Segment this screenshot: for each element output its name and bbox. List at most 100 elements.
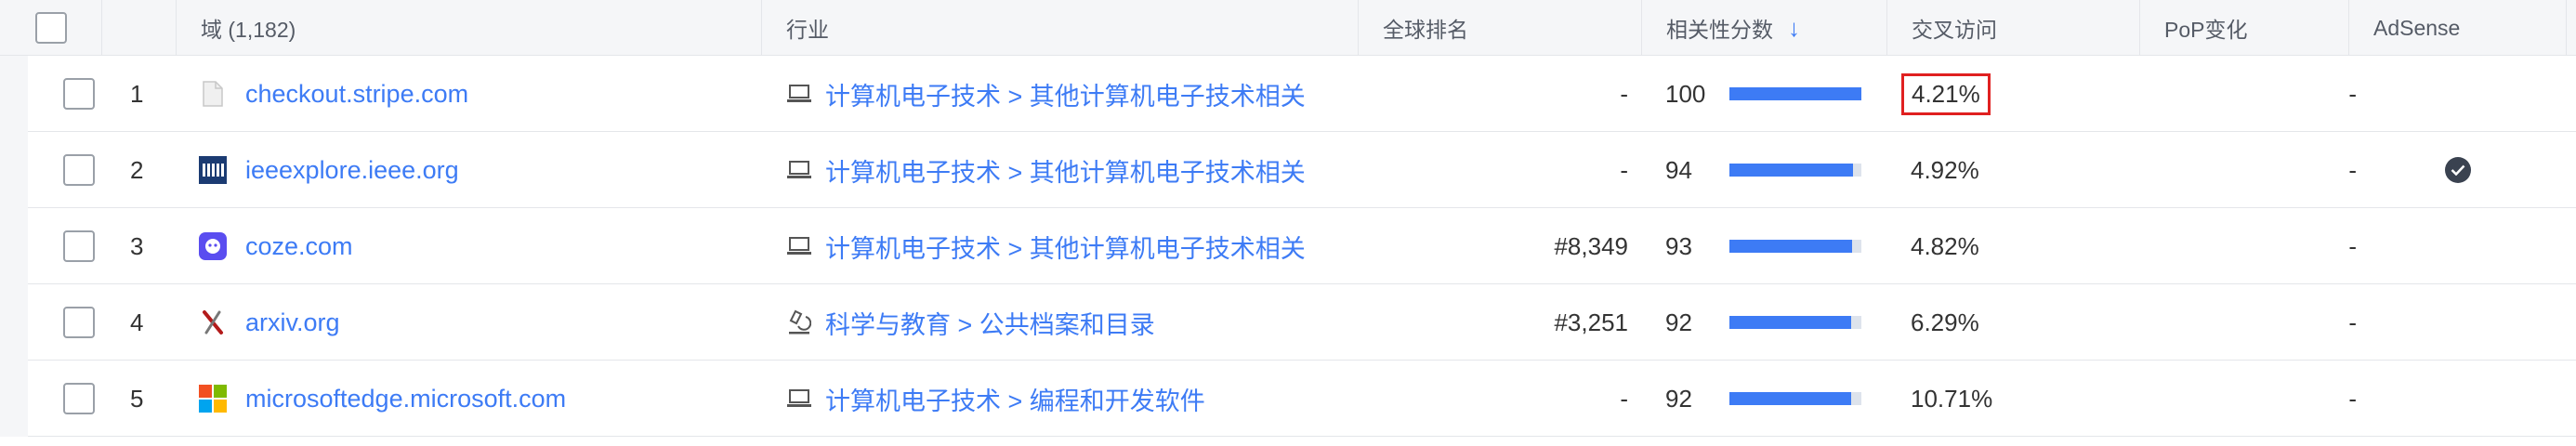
rank-number: 5	[130, 384, 144, 413]
adsense-cell	[2349, 284, 2567, 361]
rank-number: 1	[130, 79, 144, 108]
industry-link[interactable]: 计算机电子技术 > 其他计算机电子技术相关	[825, 152, 1306, 189]
microsoft-logo-icon	[199, 385, 227, 413]
pop-value: -	[2348, 384, 2357, 413]
domain-cell: coze.com	[199, 208, 756, 284]
relevance-value: 94	[1665, 155, 1692, 184]
table-row[interactable]: 5 microsoftedge.microsoft.com 计算机电子技术 > …	[0, 361, 2576, 437]
domain-link[interactable]: arxiv.org	[245, 308, 340, 337]
cross-visit-value: 4.82%	[1911, 231, 1979, 260]
domain-link[interactable]: coze.com	[245, 232, 353, 261]
header-relevance-label: 相关性分数	[1666, 18, 1773, 42]
industry-cell: 计算机电子技术 > 其他计算机电子技术相关	[786, 208, 1381, 284]
cross-visit-value: 4.21%	[1901, 72, 1991, 115]
header-adsense-label: AdSense	[2373, 15, 2461, 40]
domain-link[interactable]: ieeexplore.ieee.org	[245, 156, 459, 185]
row-select-cell	[56, 132, 102, 208]
relevance-bar	[1728, 164, 1861, 177]
rank-number: 2	[130, 155, 144, 184]
row-select-cell	[56, 361, 102, 437]
cross-visit-cell: 10.71%	[1911, 361, 2152, 437]
table-header: 域 (1,182) 行业 全球排名 相关性分数 ↓ 交叉访问 PoP变化 AdS…	[0, 0, 2576, 56]
select-all-checkbox[interactable]	[34, 12, 67, 44]
cross-visit-cell: 4.92%	[1911, 132, 2152, 208]
header-industry[interactable]: 行业	[762, 0, 1359, 56]
laptop-icon	[786, 157, 812, 183]
row-select-cell	[56, 56, 102, 132]
cross-visit-value: 10.71%	[1911, 384, 1993, 413]
table-row[interactable]: 3 coze.com 计算机电子技术 > 其他计算机电子技术相关 #8,349 …	[0, 208, 2576, 284]
relevance-bar-fill	[1728, 316, 1851, 329]
industry-link[interactable]: 计算机电子技术 > 其他计算机电子技术相关	[825, 229, 1306, 265]
adsense-cell	[2349, 361, 2567, 437]
industry-cell: 科学与教育 > 公共档案和目录	[786, 284, 1381, 361]
domain-cell: microsoftedge.microsoft.com	[199, 361, 756, 437]
row-checkbox[interactable]	[63, 383, 95, 414]
industry-link[interactable]: 计算机电子技术 > 其他计算机电子技术相关	[825, 76, 1306, 112]
industry-cell: 计算机电子技术 > 其他计算机电子技术相关	[786, 132, 1381, 208]
domain-link[interactable]: checkout.stripe.com	[245, 80, 468, 109]
relevance-cell: 92	[1665, 284, 1907, 361]
row-checkbox[interactable]	[63, 154, 95, 186]
cross-visit-cell: 4.21%	[1901, 56, 2152, 132]
header-pop[interactable]: PoP变化	[2140, 0, 2349, 56]
relevance-value: 100	[1665, 79, 1706, 108]
relevance-bar	[1728, 316, 1861, 329]
pop-value: -	[2348, 308, 2357, 336]
domain-cell: ieeexplore.ieee.org	[199, 132, 756, 208]
cross-visit-value: 6.29%	[1911, 308, 1979, 336]
pop-value: -	[2348, 231, 2357, 260]
pop-value: -	[2348, 155, 2357, 184]
relevance-bar	[1729, 87, 1862, 100]
industry-link[interactable]: 科学与教育 > 公共档案和目录	[825, 305, 1155, 341]
sort-descending-icon[interactable]: ↓	[1788, 16, 1800, 40]
table-row[interactable]: 4 arxiv.org 科学与教育 > 公共档案和目录 #3,251 92 6.…	[0, 284, 2576, 361]
relevance-bar-fill	[1729, 87, 1862, 100]
header-industry-label: 行业	[786, 18, 829, 42]
header-pop-label: PoP变化	[2164, 18, 2248, 42]
row-checkbox[interactable]	[63, 307, 95, 338]
laptop-icon	[786, 233, 812, 259]
header-global-rank[interactable]: 全球排名	[1359, 0, 1642, 56]
industry-cell: 计算机电子技术 > 其他计算机电子技术相关	[786, 56, 1381, 132]
relevance-cell: 100	[1665, 56, 1907, 132]
cross-visit-cell: 4.82%	[1911, 208, 2152, 284]
domain-cell: checkout.stripe.com	[199, 56, 756, 132]
domain-cell: arxiv.org	[199, 284, 756, 361]
industry-link[interactable]: 计算机电子技术 > 编程和开发软件	[825, 381, 1205, 417]
table-row[interactable]: 2 ieeexplore.ieee.org 计算机电子技术 > 其他计算机电子技…	[0, 132, 2576, 208]
relevance-cell: 93	[1665, 208, 1907, 284]
relevance-cell: 94	[1665, 132, 1907, 208]
industry-cell: 计算机电子技术 > 编程和开发软件	[786, 361, 1381, 437]
row-checkbox[interactable]	[63, 78, 95, 110]
header-adsense[interactable]: AdSense	[2349, 0, 2567, 56]
cross-visit-value: 4.92%	[1911, 155, 1979, 184]
row-checkbox[interactable]	[63, 230, 95, 262]
row-select-cell	[56, 284, 102, 361]
global-rank-value: #3,251	[1554, 308, 1628, 336]
pop-value: -	[2348, 79, 2357, 108]
adsense-cell	[2349, 56, 2567, 132]
header-relevance[interactable]: 相关性分数 ↓	[1642, 0, 1887, 56]
header-cross-visit-label: 交叉访问	[1912, 18, 1997, 42]
relevance-bar-fill	[1728, 392, 1851, 405]
microscope-icon	[786, 309, 812, 335]
coze-logo-icon	[199, 232, 227, 260]
rank-number: 3	[130, 231, 144, 260]
global-rank-value: -	[1620, 384, 1628, 413]
row-select-cell	[56, 208, 102, 284]
relevance-value: 93	[1665, 231, 1692, 260]
header-global-rank-label: 全球排名	[1383, 18, 1468, 42]
relevance-bar	[1728, 240, 1861, 253]
header-select-cell	[0, 0, 102, 56]
header-cross-visit[interactable]: 交叉访问	[1887, 0, 2140, 56]
header-domain[interactable]: 域 (1,182)	[177, 0, 762, 56]
domains-table: 域 (1,182) 行业 全球排名 相关性分数 ↓ 交叉访问 PoP变化 AdS…	[0, 0, 2576, 446]
adsense-cell	[2349, 132, 2567, 208]
domain-link[interactable]: microsoftedge.microsoft.com	[245, 385, 566, 413]
laptop-icon	[786, 81, 812, 107]
relevance-cell: 92	[1665, 361, 1907, 437]
arxiv-logo-icon	[199, 308, 227, 336]
global-rank-value: -	[1620, 79, 1628, 108]
table-row[interactable]: 1 checkout.stripe.com 计算机电子技术 > 其他计算机电子技…	[0, 56, 2576, 132]
